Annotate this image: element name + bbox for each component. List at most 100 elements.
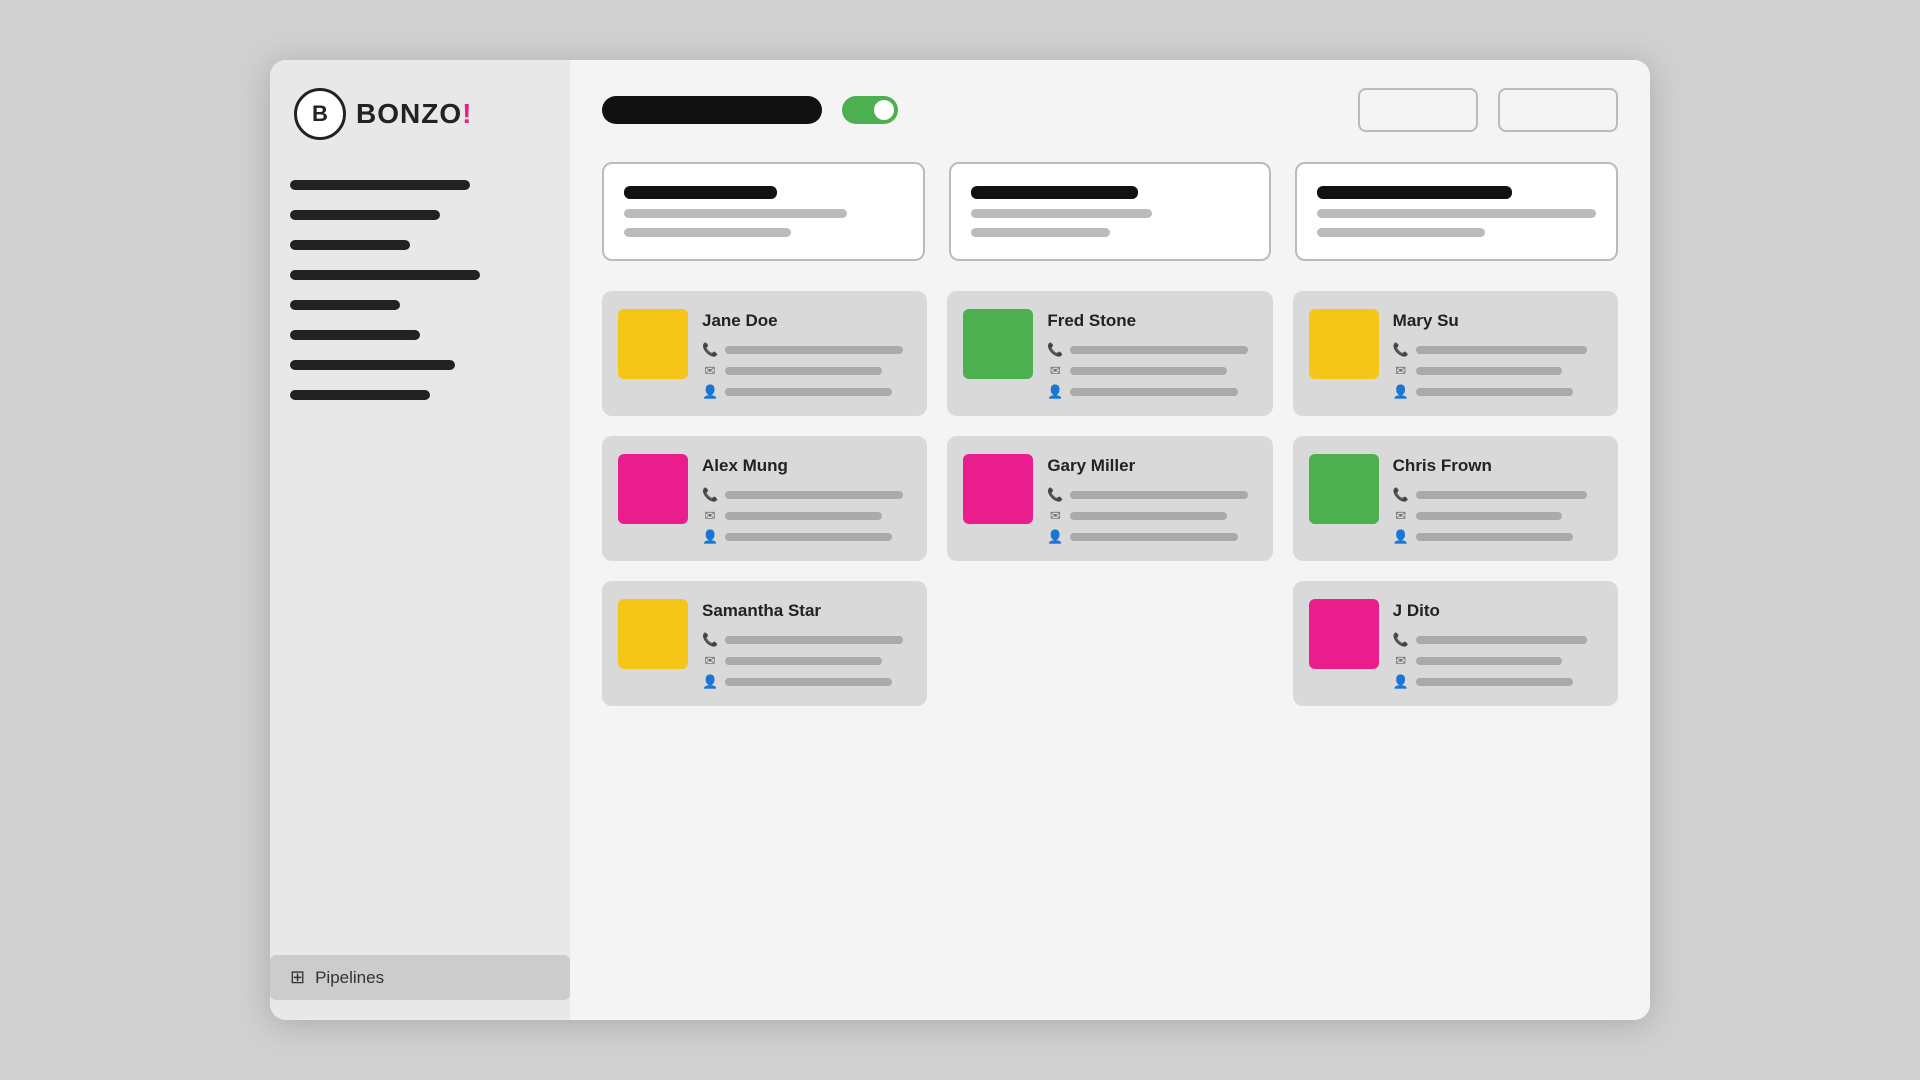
sidebar: B BONZO! ⊞ Pipelines bbox=[270, 60, 570, 1020]
email-icon: ✉ bbox=[1047, 363, 1063, 379]
user-line bbox=[1416, 678, 1573, 686]
avatar-fred-stone bbox=[963, 309, 1033, 379]
phone-icon: 📞 bbox=[702, 487, 718, 503]
email-line bbox=[725, 657, 882, 665]
phone-line bbox=[1070, 346, 1248, 354]
user-line bbox=[1416, 533, 1573, 541]
summary-card-line-2b bbox=[971, 228, 1110, 237]
user-icon: 👤 bbox=[1047, 529, 1063, 545]
contact-info-mary-su: Mary Su 📞 ✉ 👤 bbox=[1393, 309, 1602, 400]
nav-item-6[interactable] bbox=[290, 330, 420, 340]
user-icon: 👤 bbox=[702, 529, 718, 545]
user-icon: 👤 bbox=[1393, 674, 1409, 690]
header-button-2[interactable] bbox=[1498, 88, 1618, 132]
avatar-gary-miller bbox=[963, 454, 1033, 524]
email-icon: ✉ bbox=[702, 653, 718, 669]
summary-card-line-1b bbox=[624, 228, 791, 237]
email-icon: ✉ bbox=[1393, 653, 1409, 669]
contact-name-alex-mung: Alex Mung bbox=[702, 456, 911, 476]
email-icon: ✉ bbox=[1393, 508, 1409, 524]
main-content: Jane Doe 📞 ✉ 👤 bbox=[570, 60, 1650, 1020]
contact-email-row-jane-doe: ✉ bbox=[702, 363, 911, 379]
phone-line bbox=[1416, 346, 1588, 354]
header-button-1[interactable] bbox=[1358, 88, 1478, 132]
contact-card-gary-miller[interactable]: Gary Miller 📞 ✉ 👤 bbox=[947, 436, 1272, 561]
contact-card-fred-stone[interactable]: Fred Stone 📞 ✉ 👤 bbox=[947, 291, 1272, 416]
email-line bbox=[1416, 657, 1563, 665]
contact-card-j-dito[interactable]: J Dito 📞 ✉ 👤 bbox=[1293, 581, 1618, 706]
email-line bbox=[725, 367, 882, 375]
summary-card-1 bbox=[602, 162, 925, 261]
nav-item-1[interactable] bbox=[290, 180, 470, 190]
user-icon: 👤 bbox=[1047, 384, 1063, 400]
nav-item-4[interactable] bbox=[290, 270, 480, 280]
phone-icon: 📞 bbox=[702, 342, 718, 358]
avatar-jane-doe bbox=[618, 309, 688, 379]
summary-card-line-3b bbox=[1317, 228, 1484, 237]
contact-info-chris-frown: Chris Frown 📞 ✉ 👤 bbox=[1393, 454, 1602, 545]
phone-line bbox=[1416, 636, 1588, 644]
email-icon: ✉ bbox=[702, 508, 718, 524]
email-icon: ✉ bbox=[1047, 508, 1063, 524]
summary-card-title-2 bbox=[971, 186, 1138, 199]
email-line bbox=[725, 512, 882, 520]
contact-card-empty bbox=[947, 581, 1272, 706]
summary-card-title-3 bbox=[1317, 186, 1512, 199]
summary-card-line-2a bbox=[971, 209, 1152, 218]
user-icon: 👤 bbox=[702, 384, 718, 400]
phone-icon: 📞 bbox=[1047, 487, 1063, 503]
summary-card-2 bbox=[949, 162, 1272, 261]
contact-card-jane-doe[interactable]: Jane Doe 📞 ✉ 👤 bbox=[602, 291, 927, 416]
contact-info-samantha-star: Samantha Star 📞 ✉ 👤 bbox=[702, 599, 911, 690]
contact-card-mary-su[interactable]: Mary Su 📞 ✉ 👤 bbox=[1293, 291, 1618, 416]
email-line bbox=[1416, 512, 1563, 520]
user-icon: 👤 bbox=[702, 674, 718, 690]
logo-name: BONZO! bbox=[356, 98, 472, 130]
avatar-mary-su bbox=[1309, 309, 1379, 379]
user-line bbox=[725, 678, 892, 686]
search-bar[interactable] bbox=[602, 96, 822, 124]
user-icon: 👤 bbox=[1393, 384, 1409, 400]
contact-name-jane-doe: Jane Doe bbox=[702, 311, 911, 331]
phone-icon: 📞 bbox=[702, 632, 718, 648]
user-icon: 👤 bbox=[1393, 529, 1409, 545]
pipelines-label: Pipelines bbox=[315, 968, 384, 988]
logo-icon: B bbox=[294, 88, 346, 140]
contact-name-fred-stone: Fred Stone bbox=[1047, 311, 1256, 331]
contact-info-alex-mung: Alex Mung 📞 ✉ 👤 bbox=[702, 454, 911, 545]
phone-icon: 📞 bbox=[1047, 342, 1063, 358]
summary-card-line-3a bbox=[1317, 209, 1596, 218]
contact-info-jane-doe: Jane Doe 📞 ✉ 👤 bbox=[702, 309, 911, 400]
avatar-alex-mung bbox=[618, 454, 688, 524]
nav-item-7[interactable] bbox=[290, 360, 455, 370]
toggle-switch[interactable] bbox=[842, 96, 898, 124]
contact-card-samantha-star[interactable]: Samantha Star 📞 ✉ 👤 bbox=[602, 581, 927, 706]
phone-icon: 📞 bbox=[1393, 487, 1409, 503]
user-line bbox=[1070, 388, 1237, 396]
summary-cards bbox=[602, 162, 1618, 261]
email-line bbox=[1070, 512, 1227, 520]
phone-line bbox=[725, 636, 903, 644]
contact-info-fred-stone: Fred Stone 📞 ✉ 👤 bbox=[1047, 309, 1256, 400]
contact-card-alex-mung[interactable]: Alex Mung 📞 ✉ 👤 bbox=[602, 436, 927, 561]
contact-name-samantha-star: Samantha Star bbox=[702, 601, 911, 621]
email-icon: ✉ bbox=[1393, 363, 1409, 379]
avatar-chris-frown bbox=[1309, 454, 1379, 524]
header bbox=[602, 88, 1618, 132]
nav-item-3[interactable] bbox=[290, 240, 410, 250]
sidebar-item-pipelines[interactable]: ⊞ Pipelines bbox=[270, 955, 570, 1000]
contact-phone-row-jane-doe: 📞 bbox=[702, 342, 911, 358]
contact-card-chris-frown[interactable]: Chris Frown 📞 ✉ 👤 bbox=[1293, 436, 1618, 561]
email-line bbox=[1070, 367, 1227, 375]
nav-item-2[interactable] bbox=[290, 210, 440, 220]
email-line bbox=[1416, 367, 1563, 375]
phone-line bbox=[725, 346, 903, 354]
nav-item-5[interactable] bbox=[290, 300, 400, 310]
contact-name-mary-su: Mary Su bbox=[1393, 311, 1602, 331]
avatar-j-dito bbox=[1309, 599, 1379, 669]
summary-card-title-1 bbox=[624, 186, 777, 199]
email-icon: ✉ bbox=[702, 363, 718, 379]
pipelines-icon: ⊞ bbox=[290, 967, 305, 988]
nav-item-8[interactable] bbox=[290, 390, 430, 400]
phone-icon: 📞 bbox=[1393, 342, 1409, 358]
